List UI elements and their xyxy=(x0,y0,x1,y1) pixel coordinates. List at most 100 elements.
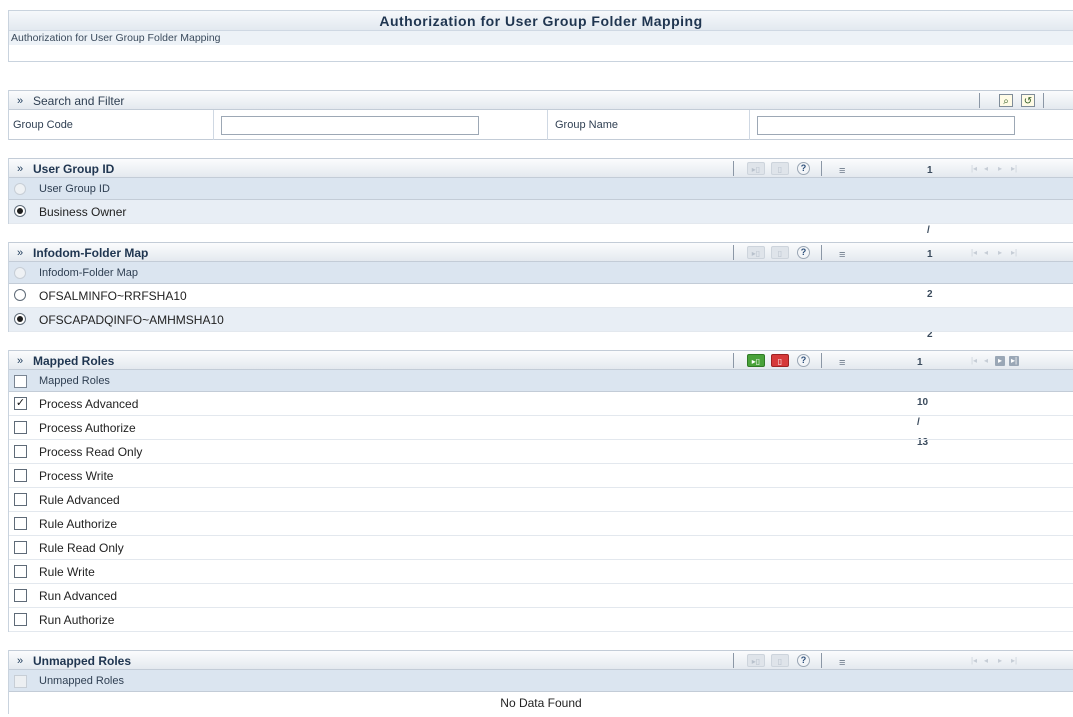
table-row[interactable]: OFSALMINFO~RRFSHA10 xyxy=(9,284,1073,308)
row-checkbox[interactable]: ✓ xyxy=(14,397,27,410)
delete-row-icon[interactable]: ▯ xyxy=(771,354,789,367)
reset-icon[interactable]: ↺ xyxy=(1021,94,1035,107)
delete-row-icon[interactable]: ▯ xyxy=(771,654,789,667)
mapped-roles-panel: » Mapped Roles ▸▯ ▯ ? ≡ 1 - 10 / 13 |◂ ◂… xyxy=(8,350,1073,632)
first-page-icon[interactable]: |◂ xyxy=(969,356,979,366)
row-checkbox[interactable] xyxy=(14,613,27,626)
table-row[interactable]: Rule Advanced xyxy=(9,488,1073,512)
table-row[interactable]: Business Owner xyxy=(9,200,1073,224)
table-row[interactable]: Rule Authorize xyxy=(9,512,1073,536)
help-icon[interactable]: ? xyxy=(797,654,810,667)
search-icon[interactable]: ⌕ xyxy=(999,94,1013,107)
select-all-checkbox[interactable] xyxy=(14,375,27,388)
table-row[interactable]: Run Authorize xyxy=(9,608,1073,632)
mapped-roles-header: » Mapped Roles ▸▯ ▯ ? ≡ 1 - 10 / 13 |◂ ◂… xyxy=(9,350,1073,448)
unmapped-roles-panel: » Unmapped Roles ▸▯ ▯ ? ≡ |◂ ◂ ▸ ▸| Unma… xyxy=(8,650,1073,714)
user-group-column-header: User Group ID xyxy=(9,178,1073,200)
table-row[interactable]: Rule Read Only xyxy=(9,536,1073,560)
prev-page-icon[interactable]: ◂ xyxy=(981,356,991,366)
prev-page-icon[interactable]: ◂ xyxy=(981,248,991,258)
row-checkbox[interactable] xyxy=(14,493,27,506)
row-label: Rule Read Only xyxy=(39,541,124,555)
group-name-label: Group Name xyxy=(555,119,618,131)
collapse-chevron-icon[interactable]: » xyxy=(17,243,23,263)
infodom-folder-title: Infodom-Folder Map xyxy=(33,246,149,260)
field-divider xyxy=(213,110,214,140)
collapse-chevron-icon[interactable]: » xyxy=(17,159,23,179)
column-header-label: Infodom-Folder Map xyxy=(39,267,139,279)
column-header-label: Unmapped Roles xyxy=(39,675,124,687)
infodom-folder-panel: » Infodom-Folder Map ▸▯ ▯ ? ≡ 1 - 2 / 2 … xyxy=(8,242,1073,340)
delete-row-icon[interactable]: ▯ xyxy=(771,246,789,259)
collapse-chevron-icon[interactable]: » xyxy=(17,91,23,111)
last-page-icon[interactable]: ▸| xyxy=(1009,248,1019,258)
row-checkbox[interactable] xyxy=(14,469,27,482)
next-page-icon[interactable]: ▸ xyxy=(995,248,1005,258)
toolbar-separator xyxy=(821,353,822,368)
help-icon[interactable]: ? xyxy=(797,162,810,175)
row-checkbox[interactable] xyxy=(14,565,27,578)
row-checkbox[interactable] xyxy=(14,421,27,434)
unmapped-roles-header: » Unmapped Roles ▸▯ ▯ ? ≡ |◂ ◂ ▸ ▸| xyxy=(9,650,1073,670)
row-label: Rule Write xyxy=(39,565,95,579)
collapse-chevron-icon[interactable]: » xyxy=(17,651,23,671)
table-row[interactable]: ✓ Process Advanced xyxy=(9,392,1073,416)
user-group-title: User Group ID xyxy=(33,162,115,176)
table-row[interactable]: Run Advanced xyxy=(9,584,1073,608)
prev-page-icon[interactable]: ◂ xyxy=(981,164,991,174)
row-checkbox[interactable] xyxy=(14,541,27,554)
prev-page-icon[interactable]: ◂ xyxy=(981,656,991,666)
select-all-checkbox xyxy=(14,675,27,688)
last-page-icon[interactable]: ▸| xyxy=(1009,164,1019,174)
toolbar-separator xyxy=(733,161,734,176)
add-row-icon[interactable]: ▸▯ xyxy=(747,654,765,667)
first-page-icon[interactable]: |◂ xyxy=(969,248,979,258)
search-filter-panel: » Search and Filter ⌕ ↺ Group Code Group… xyxy=(8,90,1073,140)
breadcrumb: Authorization for User Group Folder Mapp… xyxy=(9,31,1073,45)
row-checkbox[interactable] xyxy=(14,517,27,530)
table-row[interactable]: OFSCAPADQINFO~AMHMSHA10 xyxy=(9,308,1073,332)
table-row[interactable]: Process Authorize xyxy=(9,416,1073,440)
toolbar-separator xyxy=(733,653,734,668)
table-row[interactable]: Process Read Only xyxy=(9,440,1073,464)
row-label: OFSCAPADQINFO~AMHMSHA10 xyxy=(39,313,224,327)
table-row[interactable]: Process Write xyxy=(9,464,1073,488)
delete-row-icon[interactable]: ▯ xyxy=(771,162,789,175)
row-label: Process Read Only xyxy=(39,445,143,459)
add-row-icon[interactable]: ▸▯ xyxy=(747,162,765,175)
next-page-icon[interactable]: ▸ xyxy=(995,164,1005,174)
group-name-input[interactable] xyxy=(757,116,1015,135)
add-row-icon[interactable]: ▸▯ xyxy=(747,354,765,367)
mapped-roles-column-header: Mapped Roles xyxy=(9,370,1073,392)
row-checkbox[interactable] xyxy=(14,589,27,602)
page-title: Authorization for User Group Folder Mapp… xyxy=(9,11,1073,31)
infodom-column-header: Infodom-Folder Map xyxy=(9,262,1073,284)
first-page-icon[interactable]: |◂ xyxy=(969,656,979,666)
next-page-icon[interactable]: ▸ xyxy=(995,356,1005,366)
search-filter-title: Search and Filter xyxy=(33,94,125,108)
toolbar-separator xyxy=(733,353,734,368)
toolbar-separator xyxy=(821,245,822,260)
next-page-icon[interactable]: ▸ xyxy=(995,656,1005,666)
row-checkbox[interactable] xyxy=(14,445,27,458)
collapse-chevron-icon[interactable]: » xyxy=(17,351,23,371)
help-icon[interactable]: ? xyxy=(797,246,810,259)
last-page-icon[interactable]: ▸| xyxy=(1009,356,1019,366)
select-all-radio xyxy=(14,183,26,195)
help-icon[interactable]: ? xyxy=(797,354,810,367)
user-group-header: » User Group ID ▸▯ ▯ ? ≡ 1 - 1 / 1 |◂ ◂ … xyxy=(9,158,1073,256)
group-code-input[interactable] xyxy=(221,116,479,135)
row-label: OFSALMINFO~RRFSHA10 xyxy=(39,289,187,303)
select-all-radio xyxy=(14,267,26,279)
row-label: Process Advanced xyxy=(39,397,139,411)
row-radio[interactable] xyxy=(14,289,26,301)
row-label: Run Advanced xyxy=(39,589,118,603)
table-row[interactable]: Rule Write xyxy=(9,560,1073,584)
row-radio[interactable] xyxy=(14,205,26,217)
row-radio[interactable] xyxy=(14,313,26,325)
unmapped-roles-column-header: Unmapped Roles xyxy=(9,670,1073,692)
first-page-icon[interactable]: |◂ xyxy=(969,164,979,174)
toolbar-separator xyxy=(733,245,734,260)
add-row-icon[interactable]: ▸▯ xyxy=(747,246,765,259)
last-page-icon[interactable]: ▸| xyxy=(1009,656,1019,666)
